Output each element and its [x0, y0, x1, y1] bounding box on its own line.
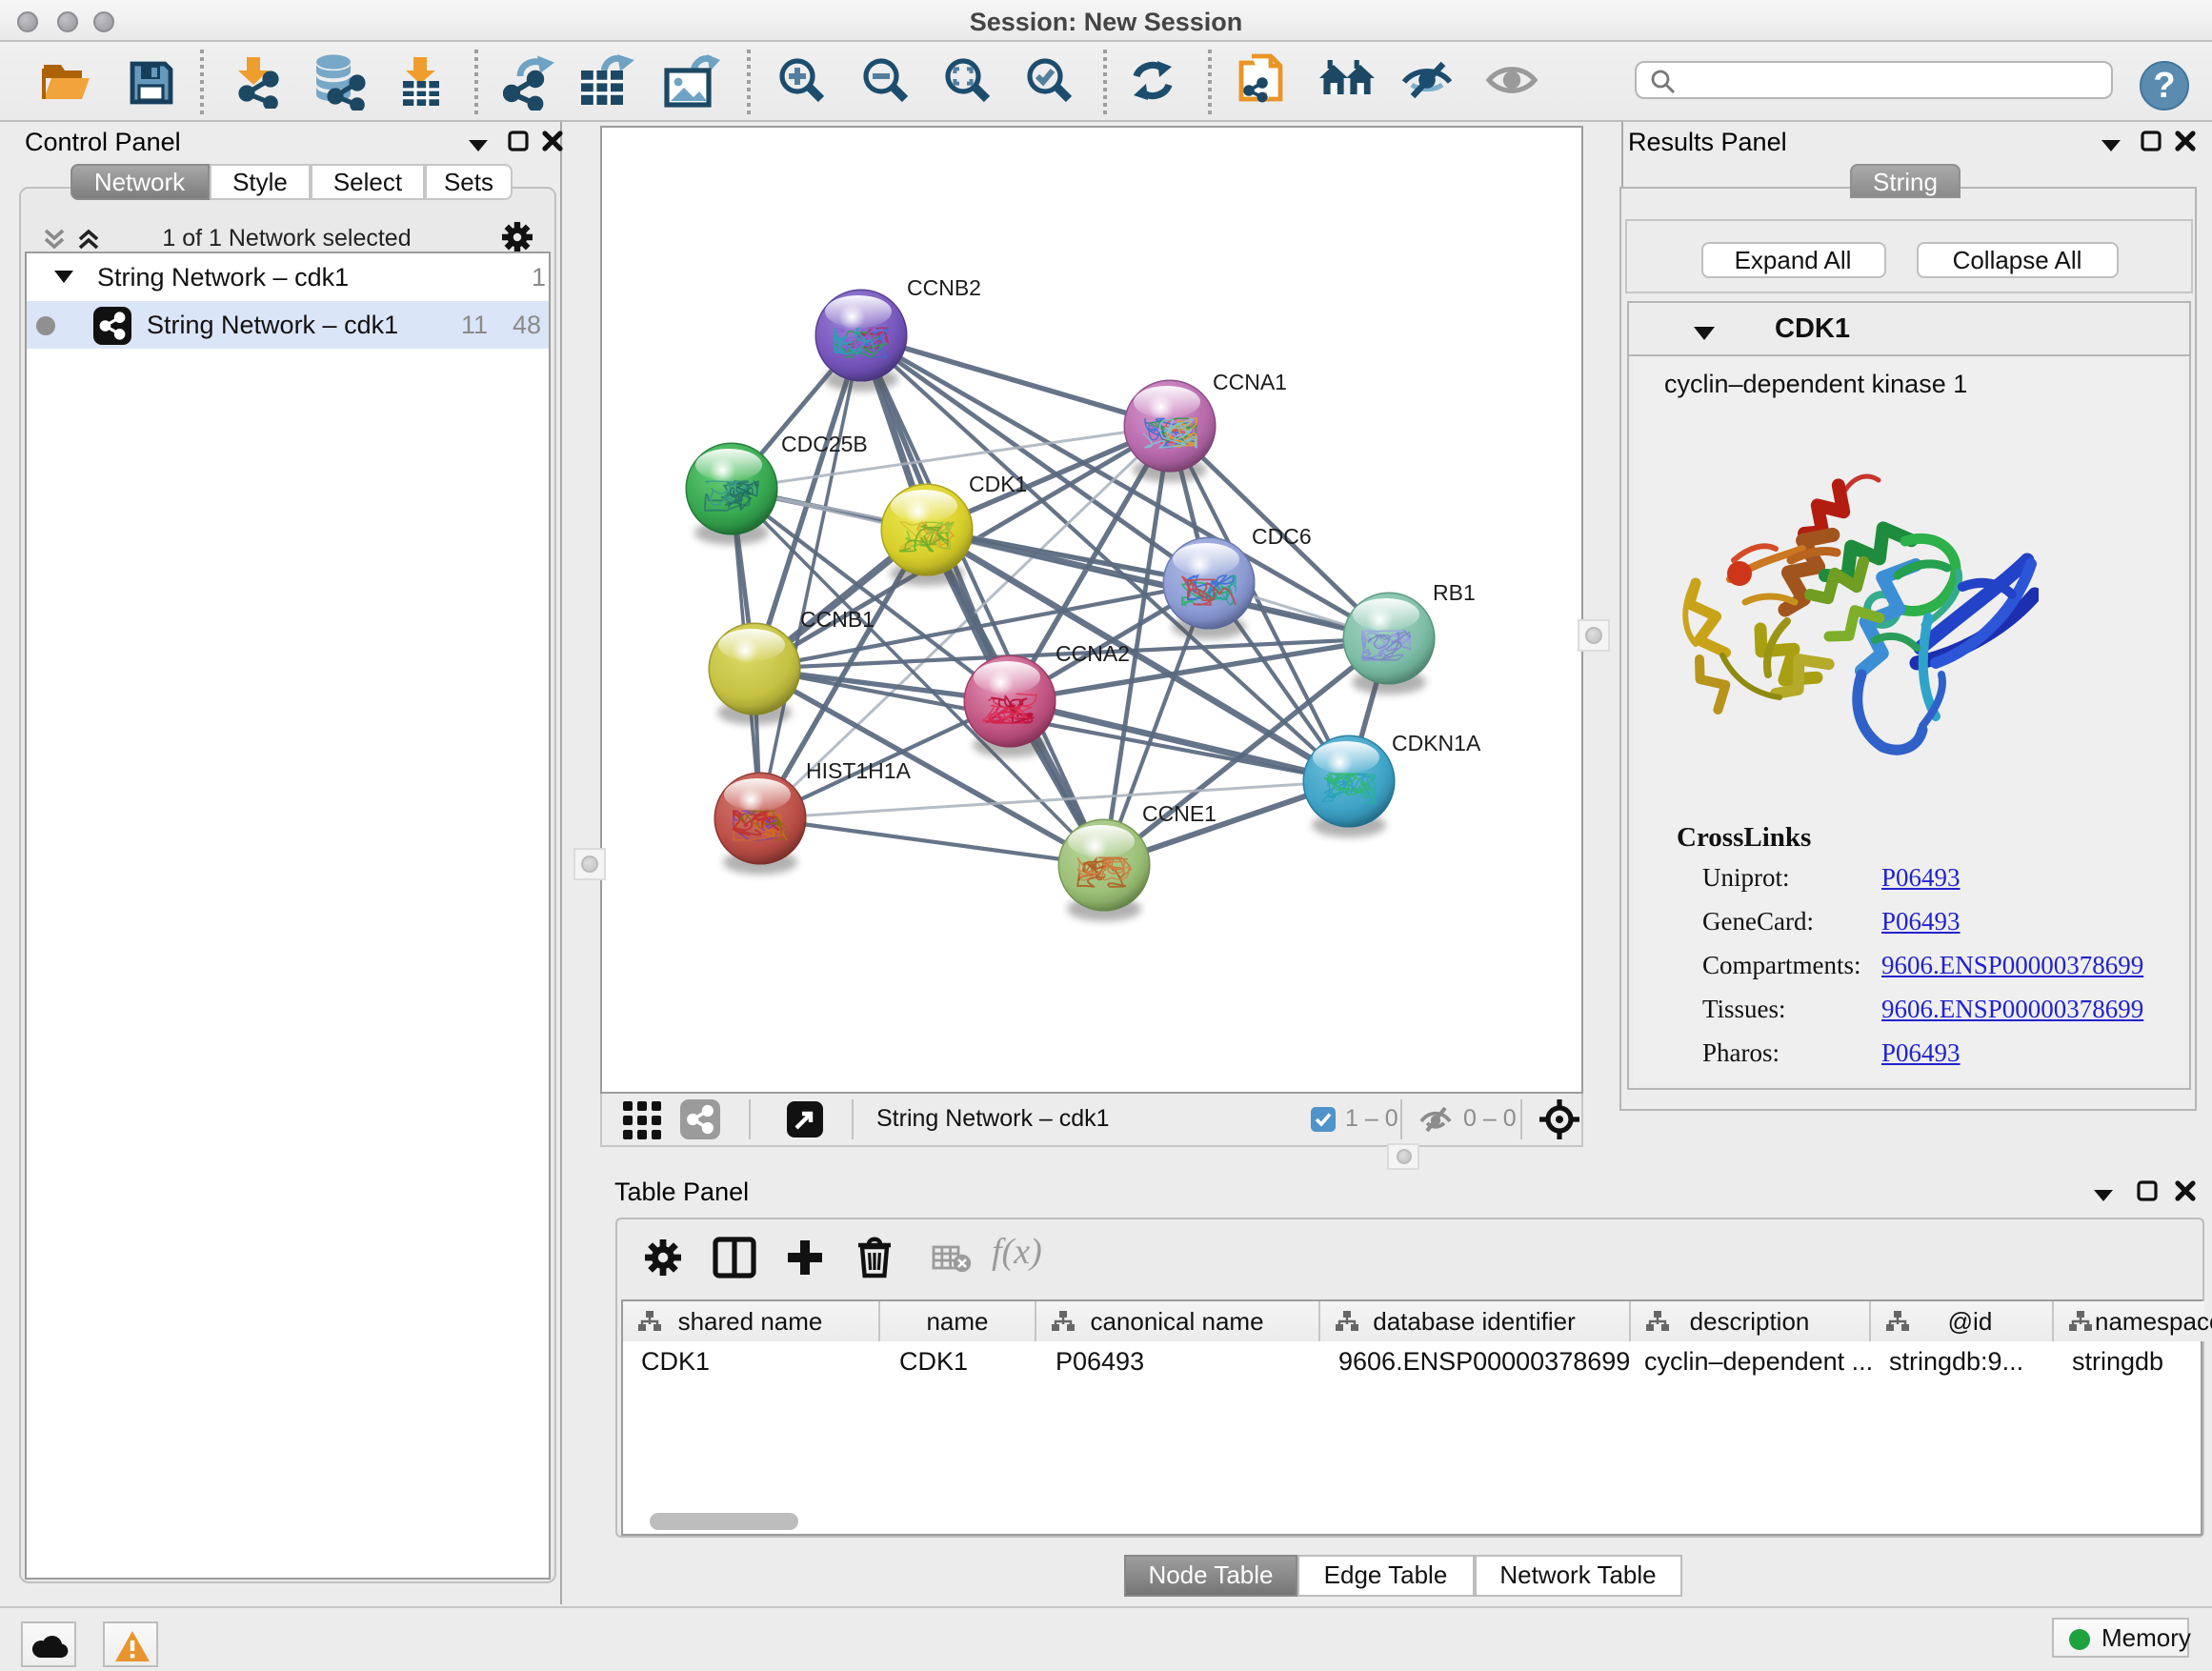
- svg-text:CCNB1: CCNB1: [800, 607, 875, 632]
- svg-text:CCNA2: CCNA2: [1056, 641, 1130, 666]
- svg-text:CDK1: CDK1: [969, 472, 1027, 496]
- svg-text:CDC25B: CDC25B: [781, 432, 868, 456]
- svg-text:RB1: RB1: [1433, 580, 1476, 605]
- svg-text:CCNE1: CCNE1: [1142, 801, 1217, 826]
- svg-text:CCNB2: CCNB2: [907, 275, 981, 300]
- svg-text:HIST1H1A: HIST1H1A: [806, 758, 912, 783]
- svg-text:CDKN1A: CDKN1A: [1392, 731, 1481, 755]
- svg-text:?: ?: [2153, 65, 2175, 105]
- svg-text:CCNA1: CCNA1: [1213, 370, 1287, 394]
- svg-text:CDC6: CDC6: [1252, 524, 1312, 549]
